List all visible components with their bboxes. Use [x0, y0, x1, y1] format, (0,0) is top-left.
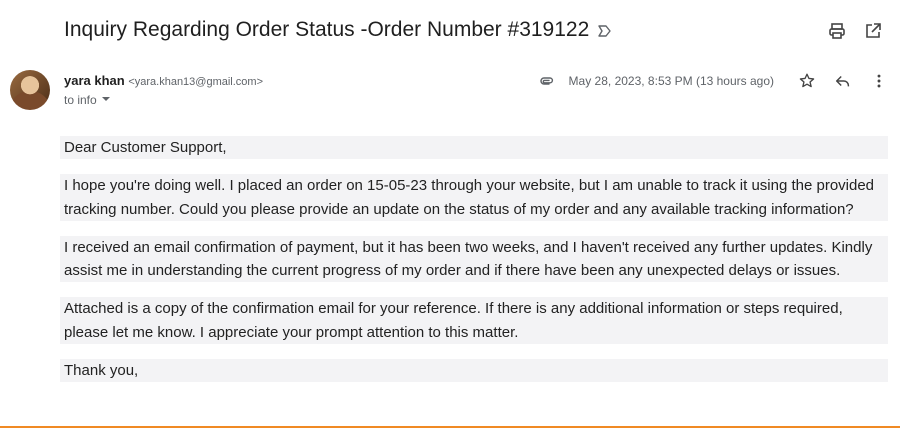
- sender-name[interactable]: yara khan: [64, 73, 125, 88]
- attachment-icon: [537, 72, 555, 90]
- sender-line: yara khan <yara.khan13@gmail.com>: [64, 72, 263, 91]
- body-greeting: Dear Customer Support,: [60, 136, 888, 160]
- body-paragraph-3: Attached is a copy of the confirmation e…: [60, 297, 888, 345]
- recipient-line[interactable]: to info: [64, 93, 263, 107]
- sender-block: yara khan <yara.khan13@gmail.com> to inf…: [64, 72, 263, 107]
- print-icon[interactable]: [826, 20, 848, 42]
- message-date: May 28, 2023, 8:53 PM (13 hours ago): [568, 74, 774, 88]
- open-in-new-icon[interactable]: [862, 20, 884, 42]
- body-closing: Thank you,: [60, 359, 888, 383]
- top-actions: [826, 20, 884, 42]
- subject-row: Inquiry Regarding Order Status -Order Nu…: [64, 16, 884, 48]
- recipient-label: to info: [64, 93, 97, 107]
- star-icon[interactable]: [796, 70, 818, 92]
- avatar[interactable]: [10, 70, 50, 110]
- more-vertical-icon[interactable]: [868, 70, 890, 92]
- message-body: Dear Customer Support, I hope you're doi…: [60, 136, 888, 397]
- message-meta: May 28, 2023, 8:53 PM (13 hours ago): [537, 70, 890, 92]
- message-header: yara khan <yara.khan13@gmail.com> to inf…: [10, 68, 890, 112]
- label-icon[interactable]: [596, 22, 614, 40]
- sender-email: <yara.khan13@gmail.com>: [128, 76, 264, 88]
- body-paragraph-2: I received an email confirmation of paym…: [60, 235, 888, 283]
- body-paragraph-1: I hope you're doing well. I placed an or…: [60, 174, 888, 221]
- reply-icon[interactable]: [832, 70, 854, 92]
- email-subject: Inquiry Regarding Order Status -Order Nu…: [64, 18, 590, 41]
- chevron-down-icon[interactable]: [101, 93, 111, 107]
